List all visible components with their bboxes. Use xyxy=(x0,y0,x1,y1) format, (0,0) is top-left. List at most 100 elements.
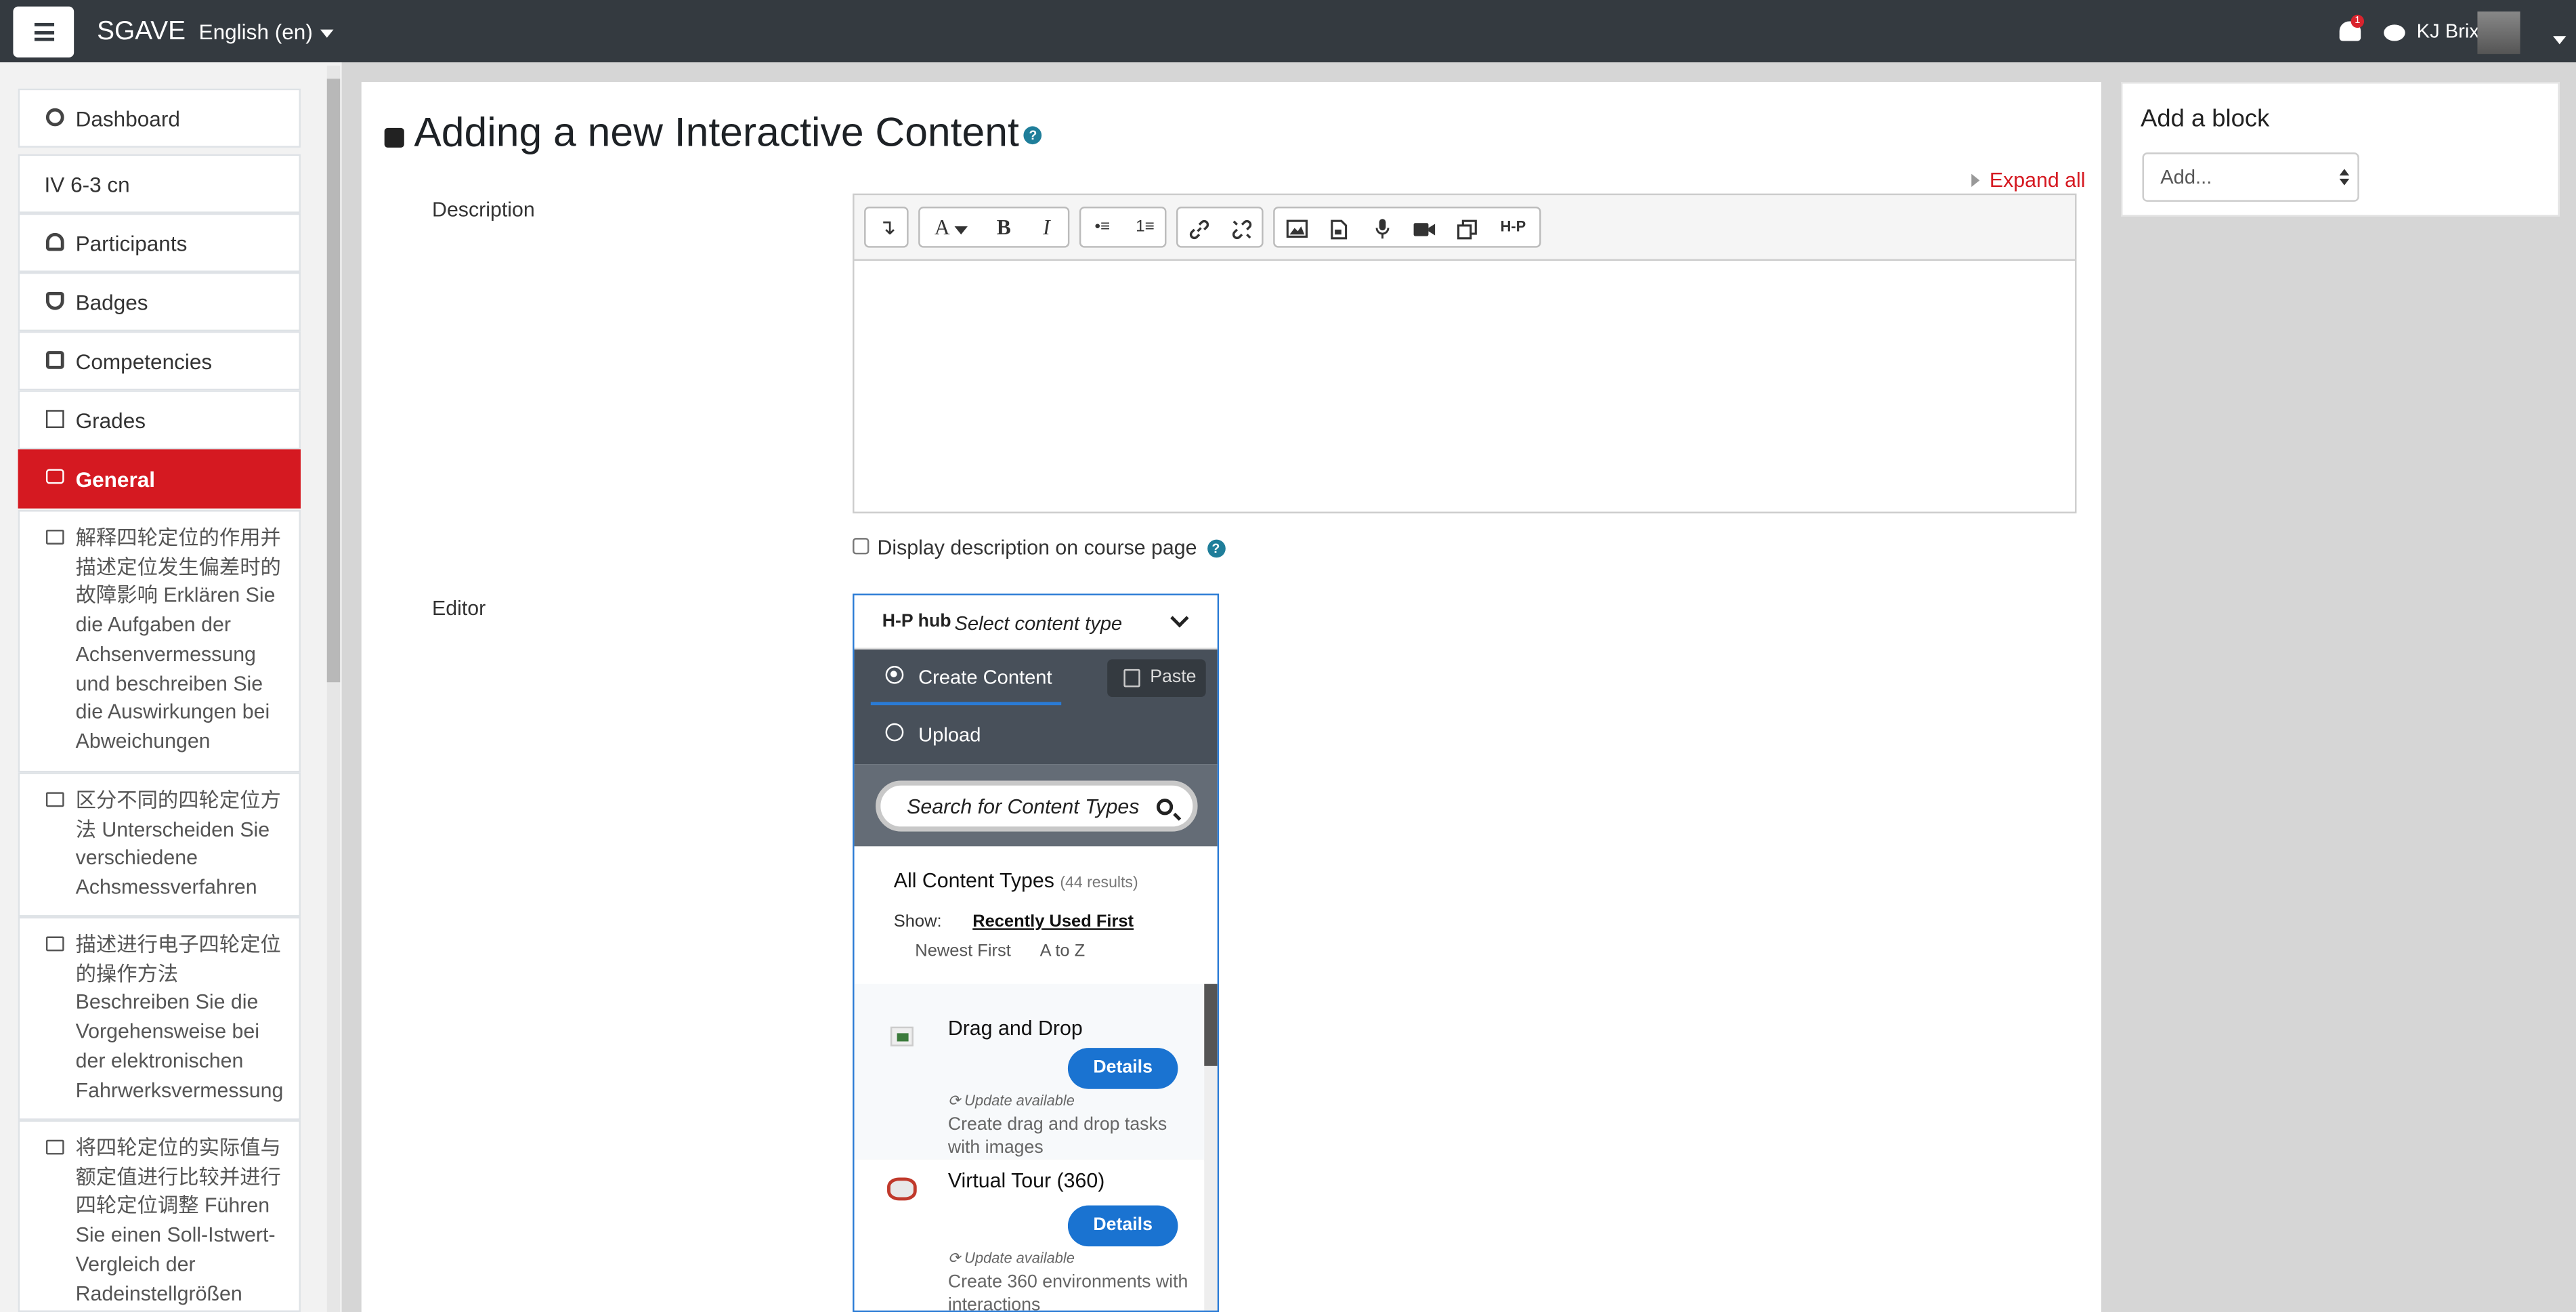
add-block-select[interactable]: Add... xyxy=(2142,152,2359,202)
image-thumbnail xyxy=(897,1033,909,1042)
sidebar-section-3[interactable]: 描述进行电子四轮定位的操作方法 Beschreiben Sie die Vorg… xyxy=(18,916,301,1120)
avatar[interactable] xyxy=(2477,11,2520,54)
sidebar-section-label: 描述进行电子四轮定位的操作方法 Beschreiben Sie die Vorg… xyxy=(75,933,284,1101)
numbered-list-button[interactable]: 1≡ xyxy=(1123,208,1166,246)
upload-radio[interactable] xyxy=(885,723,904,742)
list-item[interactable]: Drag and Drop Details ⟳ Update available… xyxy=(855,1002,1205,1158)
hamburger-icon-line xyxy=(34,30,55,34)
search-placeholder: Search for Content Types xyxy=(907,795,1140,819)
chat-icon[interactable] xyxy=(2384,24,2405,41)
sidebar-item-badges[interactable]: Badges xyxy=(18,272,301,332)
sort-a-to-z[interactable]: A to Z xyxy=(1040,941,1086,961)
sidebar-section-label: 解释四轮定位的作用并描述定位发生偏差时的故障影响 Erklären Sie di… xyxy=(75,526,281,753)
sidebar-item-grades[interactable]: Grades xyxy=(18,390,301,450)
unlink-icon[interactable] xyxy=(1221,208,1264,246)
toolbar-toggle-button[interactable]: ↴ xyxy=(866,208,909,246)
tab-upload[interactable]: Upload xyxy=(918,723,981,746)
hub-header[interactable]: H-P hub Select content type xyxy=(854,595,1218,650)
results-count: (44 results) xyxy=(1060,874,1138,893)
display-description-checkbox[interactable] xyxy=(853,538,870,555)
sidebar-item-label: Dashboard xyxy=(75,106,180,131)
expand-all-link[interactable]: Expand all xyxy=(1971,169,2086,192)
editor-label: Editor xyxy=(432,597,486,620)
bullet-list-button[interactable]: •≡ xyxy=(1081,208,1123,246)
sidebar-item-label: IV 6-3 cn xyxy=(44,172,130,197)
sidebar-item-competencies[interactable]: Competencies xyxy=(18,331,301,391)
expand-all-label: Expand all xyxy=(1989,169,2086,192)
sidebar-item-dashboard[interactable]: Dashboard xyxy=(18,88,301,148)
show-label: Show: xyxy=(893,912,942,932)
h5p-hub-panel: H-P hub Select content type Create Conte… xyxy=(853,593,1220,1312)
create-content-radio[interactable] xyxy=(885,666,904,684)
hamburger-icon-line xyxy=(34,22,55,26)
sidebar-section-1[interactable]: 解释四轮定位的作用并描述定位发生偏差时的故障影响 Erklären Sie di… xyxy=(18,510,301,773)
add-block-title: Add a block xyxy=(2141,104,2270,133)
toolbar-group-2: A B I xyxy=(918,207,1070,248)
menu-toggle-button[interactable] xyxy=(13,6,74,58)
chevron-down-icon[interactable] xyxy=(1170,609,1189,628)
update-available: ⟳ Update available xyxy=(947,1092,1075,1109)
link-icon[interactable] xyxy=(1178,208,1220,246)
sidebar-section-2[interactable]: 区分不同的四轮定位方法 Unterscheiden Sie verschiede… xyxy=(18,772,301,917)
bold-button[interactable]: B xyxy=(983,208,1025,246)
folder-icon xyxy=(45,792,64,807)
video-icon[interactable] xyxy=(1403,208,1446,246)
content-type-description: Create drag and drop tasks with images xyxy=(947,1115,1167,1158)
user-name[interactable]: KJ Brix xyxy=(2417,20,2479,43)
sidebar-item-label: General xyxy=(75,467,156,492)
image-icon[interactable] xyxy=(1275,208,1318,246)
select-content-type-label: Select content type xyxy=(954,612,1123,635)
checkbox-icon xyxy=(45,351,64,369)
clipboard-icon xyxy=(1123,669,1140,687)
details-button[interactable]: Details xyxy=(1067,1205,1178,1247)
sidebar-item-participants[interactable]: Participants xyxy=(18,213,301,272)
sidebar-section-label: 将四轮定位的实际值与额定值进行比较并进行四轮定位调整 Führen Sie ei… xyxy=(75,1136,281,1305)
copy-icon[interactable] xyxy=(1446,208,1488,246)
italic-button[interactable]: I xyxy=(1025,208,1068,246)
h5p-insert-button[interactable]: H-P xyxy=(1492,208,1534,246)
content-type-search-input[interactable]: Search for Content Types xyxy=(876,780,1198,832)
all-content-types-label: All Content Types xyxy=(893,869,1054,893)
all-content-types-heading: All Content Types (44 results) xyxy=(894,869,1138,892)
language-label: English (en) xyxy=(198,20,313,45)
top-navbar: SGAVE English (en) 1 KJ Brix xyxy=(0,0,2576,63)
sidebar-item-label: Participants xyxy=(75,231,188,256)
sort-newest-first[interactable]: Newest First xyxy=(915,941,1011,961)
sidebar-scrollbar-thumb[interactable] xyxy=(326,79,341,683)
description-textarea[interactable] xyxy=(854,259,2076,512)
sidebar-item-course[interactable]: IV 6-3 cn xyxy=(18,154,301,213)
help-icon[interactable]: ? xyxy=(1207,540,1225,558)
folder-icon xyxy=(45,469,64,484)
language-menu[interactable]: English (en) xyxy=(199,20,335,44)
font-style-button[interactable]: A xyxy=(923,208,979,246)
content-type-description: Create 360 environments with interaction… xyxy=(947,1272,1188,1312)
search-icon[interactable] xyxy=(1156,799,1174,816)
list-scrollbar-thumb[interactable] xyxy=(1204,983,1218,1066)
sidebar-item-label: Badges xyxy=(75,290,148,315)
user-menu-caret[interactable] xyxy=(2545,26,2567,56)
content-type-title: Drag and Drop xyxy=(947,1017,1083,1040)
site-brand[interactable]: SGAVE xyxy=(97,18,186,48)
toolbar-group-5: H-P xyxy=(1273,207,1541,248)
sidebar-section-label: 区分不同的四轮定位方法 Unterscheiden Sie verschiede… xyxy=(75,788,281,900)
microphone-icon[interactable] xyxy=(1360,208,1403,246)
drag-and-drop-icon xyxy=(890,1026,914,1046)
help-icon[interactable]: ? xyxy=(1024,126,1042,144)
description-label: Description xyxy=(432,198,535,221)
toolbar-group-3: •≡ 1≡ xyxy=(1079,207,1167,248)
caret-down-icon xyxy=(2553,36,2567,45)
sidebar-item-general[interactable]: General xyxy=(18,449,301,509)
paste-button[interactable]: Paste xyxy=(1107,659,1206,698)
display-description-label: Display description on course page xyxy=(877,536,1197,559)
tab-create-content[interactable]: Create Content xyxy=(918,666,1052,689)
details-button[interactable]: Details xyxy=(1067,1048,1178,1089)
list-item[interactable]: Virtual Tour (360) Details ⟳ Update avai… xyxy=(854,1159,1205,1312)
media-icon[interactable] xyxy=(1318,208,1360,246)
table-icon xyxy=(45,410,64,428)
sidebar-section-4[interactable]: 将四轮定位的实际值与额定值进行比较并进行四轮定位调整 Führen Sie ei… xyxy=(18,1120,301,1312)
sort-recently-used[interactable]: Recently Used First xyxy=(972,912,1134,931)
update-available: ⟳ Update available xyxy=(947,1249,1075,1267)
dashboard-icon xyxy=(45,108,64,127)
hamburger-icon-line xyxy=(34,37,55,41)
caret-down-icon xyxy=(954,225,968,234)
